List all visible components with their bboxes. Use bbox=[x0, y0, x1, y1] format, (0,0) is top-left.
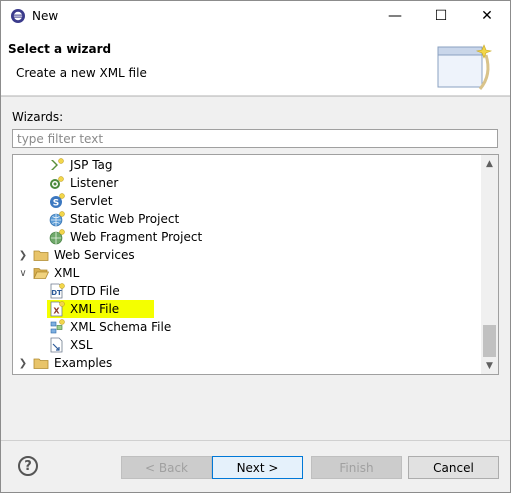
tree-item-xml-file[interactable]: X XML File bbox=[13, 300, 483, 318]
wizard-tree[interactable]: JSP Tag Listener S Servlet Static Web Pr… bbox=[12, 154, 499, 375]
page-title: Select a wizard bbox=[8, 42, 112, 56]
new-wizard-banner-icon bbox=[437, 44, 493, 90]
new-wizard-dialog: New — ☐ ✕ Select a wizard Create a new X… bbox=[0, 0, 511, 493]
tree-item-label: Listener bbox=[70, 176, 119, 190]
wizards-label: Wizards: bbox=[12, 110, 64, 124]
close-button[interactable]: ✕ bbox=[464, 1, 510, 31]
tree-item-examples[interactable]: ❯ Examples bbox=[13, 354, 483, 372]
button-bar-divider bbox=[1, 440, 510, 441]
folder-icon bbox=[33, 358, 49, 369]
web-fragment-icon bbox=[49, 229, 65, 245]
xml-schema-icon bbox=[50, 319, 65, 334]
tree-item-label: XML Schema File bbox=[70, 320, 172, 334]
svg-text:DT: DT bbox=[51, 289, 62, 297]
banner-divider bbox=[1, 96, 510, 97]
tree-item-xsl[interactable]: XSL bbox=[13, 336, 483, 354]
eclipse-icon bbox=[11, 9, 25, 23]
tree-item-dtd-file[interactable]: DT DTD File bbox=[13, 282, 483, 300]
web-project-icon bbox=[49, 211, 65, 227]
folder-open-icon bbox=[33, 268, 49, 279]
dtd-file-icon: DT bbox=[50, 283, 65, 299]
filter-input[interactable] bbox=[12, 129, 498, 148]
next-button[interactable]: Next > bbox=[212, 456, 303, 479]
xsl-file-icon bbox=[50, 337, 63, 353]
tree-item-xml[interactable]: ∨ XML bbox=[13, 264, 483, 282]
xml-file-icon: X bbox=[50, 301, 65, 317]
chevron-right-icon[interactable]: ❯ bbox=[18, 354, 28, 372]
listener-icon bbox=[50, 176, 64, 189]
svg-text:S: S bbox=[53, 199, 59, 209]
tree-item-label: Static Web Project bbox=[70, 212, 180, 226]
servlet-icon: S bbox=[50, 193, 65, 209]
vertical-scrollbar[interactable]: ▲ ▼ bbox=[481, 155, 498, 374]
tree-item-label: Examples bbox=[54, 356, 113, 370]
tree-item-listener[interactable]: Listener bbox=[13, 174, 483, 192]
tree-item-label: Web Services bbox=[54, 248, 135, 262]
chevron-down-icon[interactable]: ∨ bbox=[18, 264, 28, 282]
tree-item-label: XSL bbox=[70, 338, 93, 352]
finish-button[interactable]: Finish bbox=[311, 456, 402, 479]
scroll-up-icon[interactable]: ▲ bbox=[481, 155, 498, 172]
tree-item-label: Web Fragment Project bbox=[70, 230, 203, 244]
tree-item-jsp-tag[interactable]: JSP Tag bbox=[13, 156, 483, 174]
chevron-right-icon[interactable]: ❯ bbox=[18, 246, 28, 264]
scrollbar-thumb[interactable] bbox=[483, 325, 496, 357]
page-description: Create a new XML file bbox=[16, 66, 147, 80]
help-icon[interactable]: ? bbox=[18, 456, 38, 476]
folder-icon bbox=[33, 250, 49, 261]
tree-item-label: XML File bbox=[70, 302, 120, 316]
scroll-down-icon[interactable]: ▼ bbox=[481, 357, 498, 374]
svg-text:X: X bbox=[53, 307, 60, 316]
tree-item-static-web-project[interactable]: Static Web Project bbox=[13, 210, 483, 228]
minimize-button[interactable]: — bbox=[372, 1, 418, 31]
wizard-banner: Select a wizard Create a new XML file bbox=[1, 31, 510, 96]
tree-item-label: Servlet bbox=[70, 194, 113, 208]
tree-item-web-services[interactable]: ❯ Web Services bbox=[13, 246, 483, 264]
title-bar: New — ☐ ✕ bbox=[1, 1, 510, 31]
tree-item-xml-schema-file[interactable]: XML Schema File bbox=[13, 318, 483, 336]
tree-item-web-fragment-project[interactable]: Web Fragment Project bbox=[13, 228, 483, 246]
maximize-button[interactable]: ☐ bbox=[418, 1, 464, 31]
tree-item-label: DTD File bbox=[70, 284, 120, 298]
window-title: New bbox=[32, 9, 59, 23]
tree-item-label: XML bbox=[54, 266, 80, 280]
jsp-tag-icon bbox=[51, 158, 64, 170]
cancel-button[interactable]: Cancel bbox=[408, 456, 499, 479]
tree-item-label: JSP Tag bbox=[70, 158, 113, 172]
tree-item-servlet[interactable]: S Servlet bbox=[13, 192, 483, 210]
back-button[interactable]: < Back bbox=[121, 456, 212, 479]
